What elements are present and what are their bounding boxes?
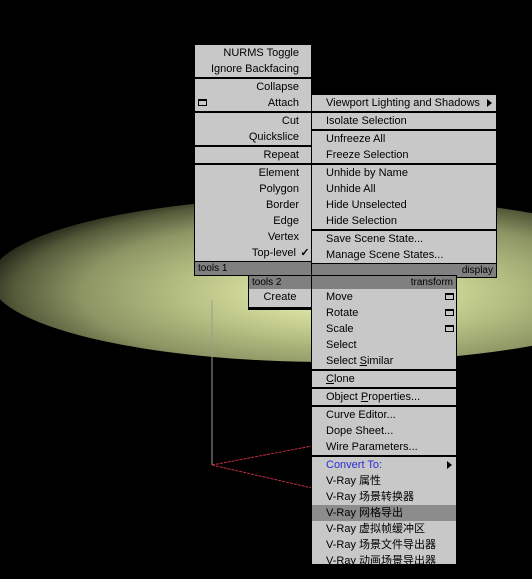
menu-item-label: Top-level	[251, 247, 296, 259]
menu-item-select-similar[interactable]: Select Similar	[312, 353, 456, 369]
menu-item-vray-mesh-export[interactable]: V-Ray 网格导出	[312, 505, 456, 521]
settings-box-icon[interactable]	[198, 99, 207, 106]
quad-header-tools2: tools 2	[249, 275, 311, 289]
checkmark-icon: ✓	[300, 247, 310, 259]
menu-item-label: Scale	[326, 323, 354, 335]
menu-item-label-pre: Object	[326, 391, 361, 403]
menu-item-label: Move	[326, 291, 353, 303]
menu-item-border[interactable]: Border	[195, 197, 311, 213]
menu-item-element[interactable]: Element	[195, 165, 311, 181]
quad-header-tools1: tools 1	[195, 261, 311, 275]
menu-item-manage-scene-states[interactable]: Manage Scene States...	[312, 247, 496, 263]
menu-item-repeat[interactable]: Repeat	[195, 147, 311, 163]
menu-item-label-post: roperties...	[368, 391, 421, 403]
menu-item-viewport-lighting-shadows[interactable]: Viewport Lighting and Shadows	[312, 95, 496, 111]
menu-item-curve-editor[interactable]: Curve Editor...	[312, 407, 456, 423]
menu-item-object-properties[interactable]: Object Properties...	[312, 389, 456, 405]
menu-item-select[interactable]: Select	[312, 337, 456, 353]
camera-cone-line-upper	[211, 445, 313, 466]
menu-item-label: Attach	[267, 97, 299, 109]
menu-item-cut[interactable]: Cut	[195, 113, 311, 129]
menu-item-vray-scene-file-exporter[interactable]: V-Ray 场景文件导出器	[312, 537, 456, 553]
menu-item-unhide-all[interactable]: Unhide All	[312, 181, 496, 197]
menu-item-mnemonic: C	[326, 373, 334, 385]
menu-item-dope-sheet[interactable]: Dope Sheet...	[312, 423, 456, 439]
menu-item-vray-properties[interactable]: V-Ray 属性	[312, 473, 456, 489]
menu-item-collapse[interactable]: Collapse	[195, 79, 311, 95]
menu-item-mnemonic: S	[359, 355, 367, 367]
menu-item-clone[interactable]: Clone	[312, 371, 456, 387]
menu-item-freeze-selection[interactable]: Freeze Selection	[312, 147, 496, 163]
camera-cone-line-lower	[211, 464, 313, 489]
submenu-arrow-icon	[447, 461, 452, 469]
menu-item-edge[interactable]: Edge	[195, 213, 311, 229]
menu-item-quickslice[interactable]: Quickslice	[195, 129, 311, 145]
menu-item-label: Rotate	[326, 307, 359, 319]
menu-item-hide-unselected[interactable]: Hide Unselected	[312, 197, 496, 213]
menu-item-vray-scene-converter[interactable]: V-Ray 场景转换器	[312, 489, 456, 505]
menu-item-label-post: imilar	[366, 355, 394, 367]
menu-item-create[interactable]: Create	[249, 289, 311, 305]
menu-item-hide-selection[interactable]: Hide Selection	[312, 213, 496, 229]
menu-item-wire-parameters[interactable]: Wire Parameters...	[312, 439, 456, 455]
menu-item-vray-frame-buffer[interactable]: V-Ray 虚拟帧缓冲区	[312, 521, 456, 537]
menu-item-ignore-backfacing[interactable]: Ignore Backfacing	[195, 61, 311, 77]
separator	[249, 307, 311, 309]
menu-item-label-post: lone	[333, 373, 355, 385]
menu-item-unhide-by-name[interactable]: Unhide by Name	[312, 165, 496, 181]
settings-box-icon[interactable]	[445, 293, 454, 300]
menu-item-save-scene-state[interactable]: Save Scene State...	[312, 231, 496, 247]
menu-item-label: Viewport Lighting and Shadows	[326, 97, 480, 109]
menu-item-rotate[interactable]: Rotate	[312, 305, 456, 321]
quad-menu-tools2: tools 2 Create	[248, 275, 312, 310]
menu-item-move[interactable]: Move	[312, 289, 456, 305]
quad-header-transform: transform	[312, 275, 456, 289]
quad-menu-tools1: NURMS Toggle Ignore Backfacing Collapse …	[194, 44, 312, 276]
menu-item-label-pre: Select	[326, 355, 360, 367]
menu-item-scale[interactable]: Scale	[312, 321, 456, 337]
submenu-arrow-icon	[487, 99, 492, 107]
menu-item-convert-to[interactable]: Convert To:	[312, 457, 456, 473]
menu-item-top-level[interactable]: Top-level ✓	[195, 245, 311, 261]
menu-item-attach[interactable]: Attach	[195, 95, 311, 111]
quad-menu-transform: transform Move Rotate Scale Select Selec…	[311, 275, 457, 567]
menu-item-isolate-selection[interactable]: Isolate Selection	[312, 113, 496, 129]
quad-menu-display: Viewport Lighting and Shadows Isolate Se…	[311, 94, 497, 278]
menu-item-nurms-toggle[interactable]: NURMS Toggle	[195, 45, 311, 61]
settings-box-icon[interactable]	[445, 325, 454, 332]
menu-item-polygon[interactable]: Polygon	[195, 181, 311, 197]
settings-box-icon[interactable]	[445, 309, 454, 316]
menu-item-label: Convert To:	[326, 459, 383, 471]
menu-item-vertex[interactable]: Vertex	[195, 229, 311, 245]
menu-item-vray-animation-exporter[interactable]: V-Ray 动画场景导出器	[312, 553, 456, 569]
menu-item-unfreeze-all[interactable]: Unfreeze All	[312, 131, 496, 147]
